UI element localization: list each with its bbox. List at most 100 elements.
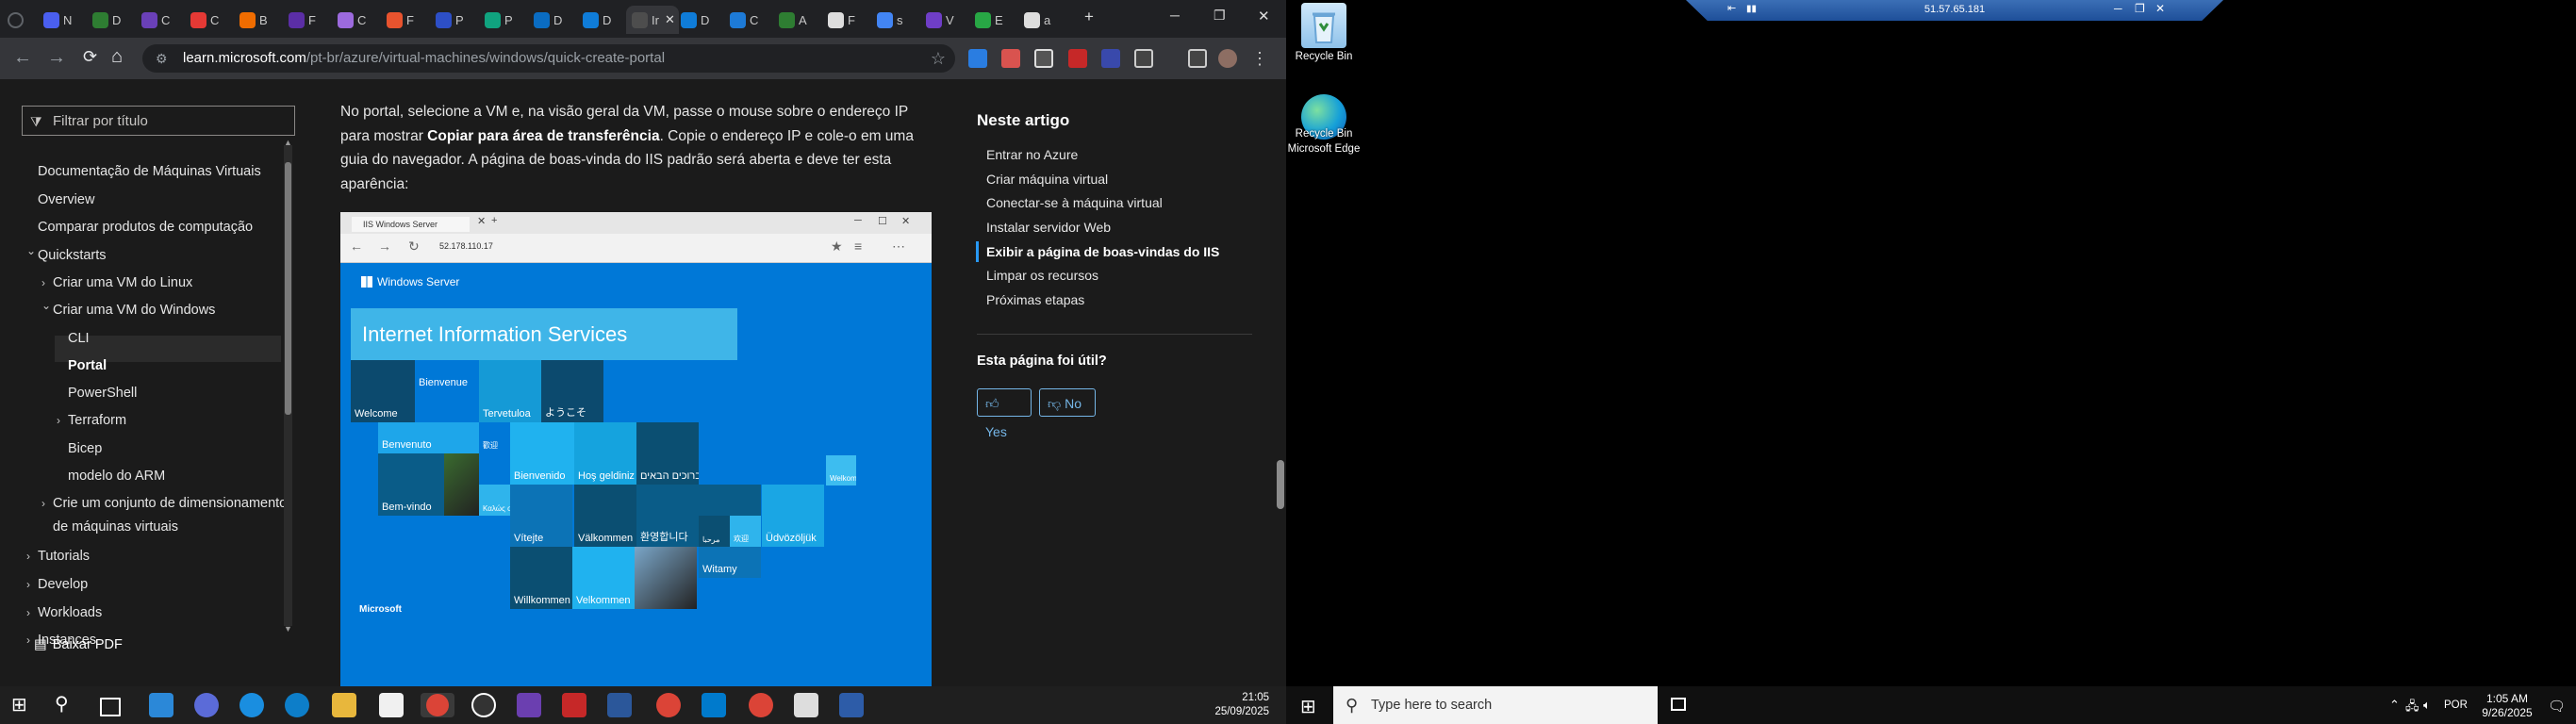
browser-tab[interactable]: V <box>926 6 954 34</box>
browser-tab[interactable]: D <box>92 6 121 34</box>
vscode-icon[interactable] <box>702 693 726 717</box>
chevron-right-icon[interactable]: › <box>26 550 30 563</box>
calculator-icon[interactable] <box>794 693 818 717</box>
toc-item[interactable]: ⌄ Quickstarts <box>26 244 107 263</box>
chrome-icon[interactable] <box>749 693 773 717</box>
notification-icon[interactable]: 🗨︎ <box>2548 698 2566 724</box>
page-scrollbar[interactable] <box>1275 79 1286 686</box>
chevron-right-icon[interactable]: › <box>57 414 60 427</box>
home-icon[interactable]: ⌂ <box>111 46 123 68</box>
close-button[interactable]: ✕ <box>1258 8 1270 25</box>
toc-filter-input[interactable]: ⧩ Filtrar por título <box>22 106 295 136</box>
toc-item[interactable]: › Tutorials <box>26 549 90 564</box>
rdp-restore-button[interactable]: ❐ <box>2135 2 2145 15</box>
toc-item[interactable]: Overview <box>38 192 94 207</box>
browser-tab[interactable]: Ir ✕ <box>626 6 679 34</box>
minimize-button[interactable]: ─ <box>1170 8 1180 23</box>
browser-tab[interactable]: N <box>43 6 72 34</box>
new-tab-button[interactable]: + <box>1084 8 1094 26</box>
chevron-right-icon[interactable]: › <box>26 634 30 647</box>
word-icon[interactable] <box>607 693 632 717</box>
profile-avatar[interactable] <box>1218 49 1237 68</box>
remote-clock[interactable]: 1:05 AM 9/26/2025 <box>2474 692 2540 720</box>
edge-icon[interactable] <box>239 693 264 717</box>
taskbar-search-box[interactable]: ⚲ Type here to search <box>1333 686 1658 724</box>
close-tab-icon[interactable]: ✕ <box>665 12 675 27</box>
browser-tab[interactable]: P <box>436 6 464 34</box>
browser-tab[interactable]: D <box>681 6 709 34</box>
browser-tab[interactable]: A <box>779 6 807 34</box>
toc-item[interactable]: modelo do ARM <box>68 469 165 484</box>
article-section-link[interactable]: Criar máquina virtual <box>986 172 1108 187</box>
toc-item[interactable]: PowerShell <box>68 386 137 401</box>
browser-tab[interactable]: C <box>190 6 219 34</box>
extensions-puzzle-icon[interactable] <box>1134 49 1153 68</box>
site-info-icon[interactable]: ⚙ <box>156 44 168 73</box>
volume-icon[interactable]: 🔈︎ <box>2423 698 2431 724</box>
toc-item[interactable]: › Crie um conjunto de dimensionamento <box>41 496 287 511</box>
edge-icon[interactable] <box>285 693 309 717</box>
browser-tab[interactable]: s <box>877 6 903 34</box>
start-icon[interactable]: ⊞ <box>11 693 36 717</box>
toc-item[interactable]: ⌄ Criar uma VM do Windows <box>41 299 215 318</box>
toc-item[interactable]: › Terraform <box>57 413 126 428</box>
browser-tab[interactable]: F <box>387 6 414 34</box>
desktop-icon-edge[interactable]: Recycle Bin Microsoft Edge <box>1286 94 1362 167</box>
media-player-icon[interactable] <box>471 693 496 717</box>
music-app-icon[interactable] <box>517 693 541 717</box>
rdp-close-button[interactable]: ✕ <box>2155 2 2165 15</box>
chevron-down-icon[interactable]: ⌄ <box>26 244 36 257</box>
browser-tab[interactable]: P <box>485 6 513 34</box>
article-section-link[interactable]: Limpar os recursos <box>986 268 1098 283</box>
store-icon[interactable] <box>379 693 404 717</box>
extension-icon[interactable] <box>1034 49 1053 68</box>
network-icon[interactable]: 🖧︎ <box>2405 698 2419 724</box>
browser-tab[interactable] <box>8 6 27 34</box>
browser-tab[interactable]: D <box>534 6 562 34</box>
browser-tab[interactable]: C <box>338 6 366 34</box>
app-icon[interactable] <box>562 693 586 717</box>
download-pdf-link[interactable]: ▤ Baixar PDF <box>34 637 123 652</box>
extension-icon[interactable] <box>1101 49 1120 68</box>
toc-item[interactable]: Documentação de Máquinas Virtuais <box>38 164 261 179</box>
toc-item[interactable]: Comparar produtos de computação <box>38 220 253 235</box>
toc-item[interactable]: › Develop <box>26 577 88 592</box>
feedback-yes-button[interactable]: 👍︎ Yes <box>977 388 1032 439</box>
browser-tab[interactable]: F <box>289 6 316 34</box>
extension-icon[interactable] <box>1001 49 1020 68</box>
browser-tab[interactable]: C <box>141 6 170 34</box>
browser-tab[interactable]: F <box>828 6 855 34</box>
taskbar-app-icon[interactable] <box>149 693 173 717</box>
toc-item[interactable]: de máquinas virtuais <box>53 519 178 535</box>
menu-kebab-icon[interactable]: ⋮ <box>1250 49 1269 68</box>
article-section-link[interactable]: Conectar-se à máquina virtual <box>986 195 1163 210</box>
browser-tab[interactable]: D <box>583 6 611 34</box>
forward-icon[interactable]: → <box>47 47 66 69</box>
article-section-link[interactable]: Entrar no Azure <box>986 147 1078 162</box>
chrome-icon[interactable] <box>656 693 681 717</box>
download-icon[interactable] <box>1188 49 1207 68</box>
toc-item[interactable]: › Criar uma VM do Linux <box>41 275 192 290</box>
extension-icon[interactable] <box>1068 49 1087 68</box>
search-icon[interactable]: ⚲ <box>55 693 79 717</box>
start-icon[interactable]: ⊞ <box>1300 695 1316 724</box>
toc-item[interactable]: Portal <box>68 358 107 373</box>
browser-tab[interactable]: a <box>1024 6 1050 34</box>
article-section-link[interactable]: Próximas etapas <box>986 292 1084 307</box>
copilot-icon[interactable] <box>194 693 219 717</box>
tray-up-icon[interactable]: ⌃ <box>2389 698 2400 724</box>
chevron-right-icon[interactable]: › <box>41 276 45 289</box>
sidebar-scrollbar[interactable]: ▲ ▼ <box>284 138 292 634</box>
back-icon[interactable]: ← <box>13 47 32 69</box>
bookmark-star-icon[interactable]: ☆ <box>931 44 946 73</box>
chevron-down-icon[interactable]: ⌄ <box>41 299 51 312</box>
desktop-icon-recycle-bin[interactable]: Recycle Bin <box>1286 3 1362 63</box>
chrome-icon[interactable] <box>426 694 449 716</box>
taskbar-clock[interactable]: 21:05 25/09/2025 <box>1207 691 1269 719</box>
address-bar[interactable]: ⚙ learn.microsoft.com/pt-br/azure/virtua… <box>142 44 955 73</box>
article-section-link[interactable]: Instalar servidor Web <box>986 220 1111 235</box>
toc-item[interactable]: › Workloads <box>26 605 102 620</box>
task-view-icon[interactable] <box>100 698 121 716</box>
toc-item[interactable]: Bicep <box>68 441 102 456</box>
browser-tab[interactable]: C <box>730 6 758 34</box>
